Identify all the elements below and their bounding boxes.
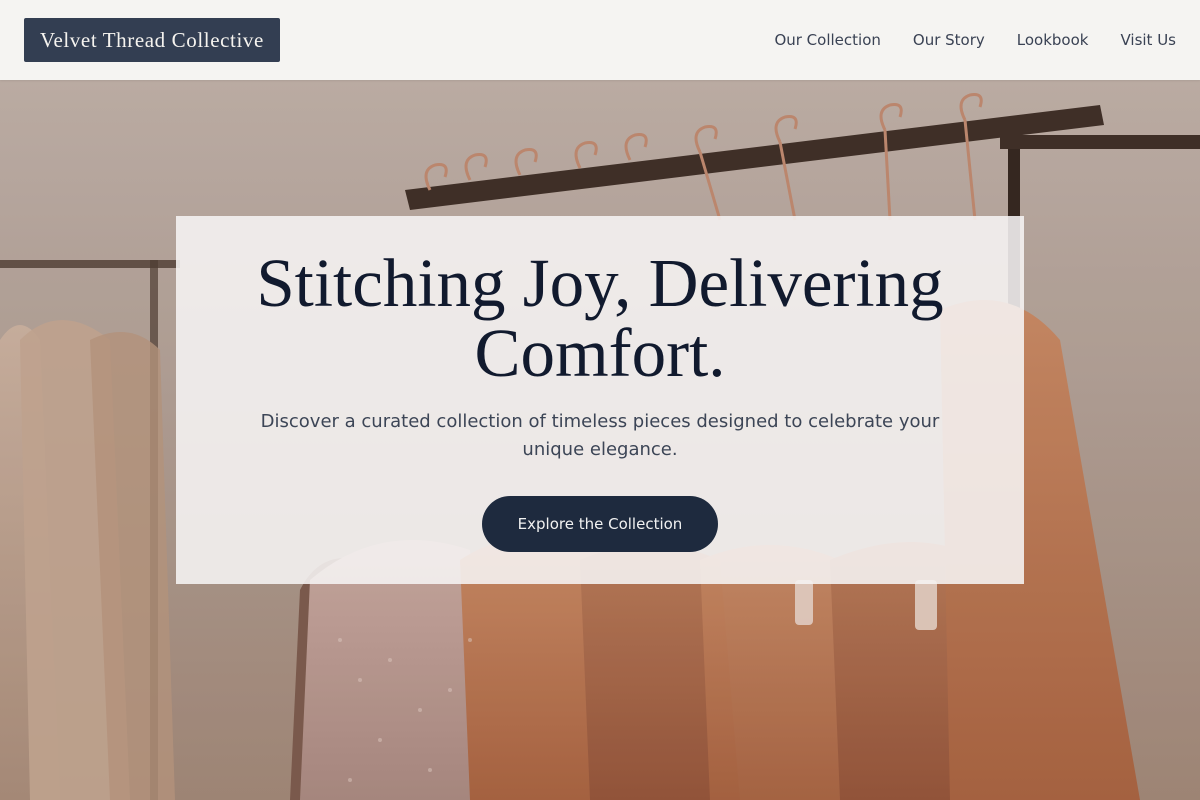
nav-item-our-story[interactable]: Our Story bbox=[913, 31, 985, 49]
hero-headline-line-2: Comfort. bbox=[474, 315, 726, 391]
hero-card: Stitching Joy, Delivering Comfort. Disco… bbox=[176, 216, 1024, 584]
hero-subtext: Discover a curated collection of timeles… bbox=[260, 411, 940, 460]
nav-item-lookbook[interactable]: Lookbook bbox=[1017, 31, 1089, 49]
site-header: Velvet Thread Collective Our Collection … bbox=[0, 0, 1200, 80]
hero-headline: Stitching Joy, Delivering Comfort. bbox=[196, 248, 1004, 388]
main-nav: Our Collection Our Story Lookbook Visit … bbox=[774, 0, 1176, 80]
hero-headline-line-1: Stitching Joy, Delivering bbox=[256, 245, 944, 321]
brand-logo[interactable]: Velvet Thread Collective bbox=[24, 18, 280, 62]
nav-item-visit-us[interactable]: Visit Us bbox=[1120, 31, 1176, 49]
explore-collection-button[interactable]: Explore the Collection bbox=[482, 496, 718, 552]
nav-item-our-collection[interactable]: Our Collection bbox=[774, 31, 880, 49]
